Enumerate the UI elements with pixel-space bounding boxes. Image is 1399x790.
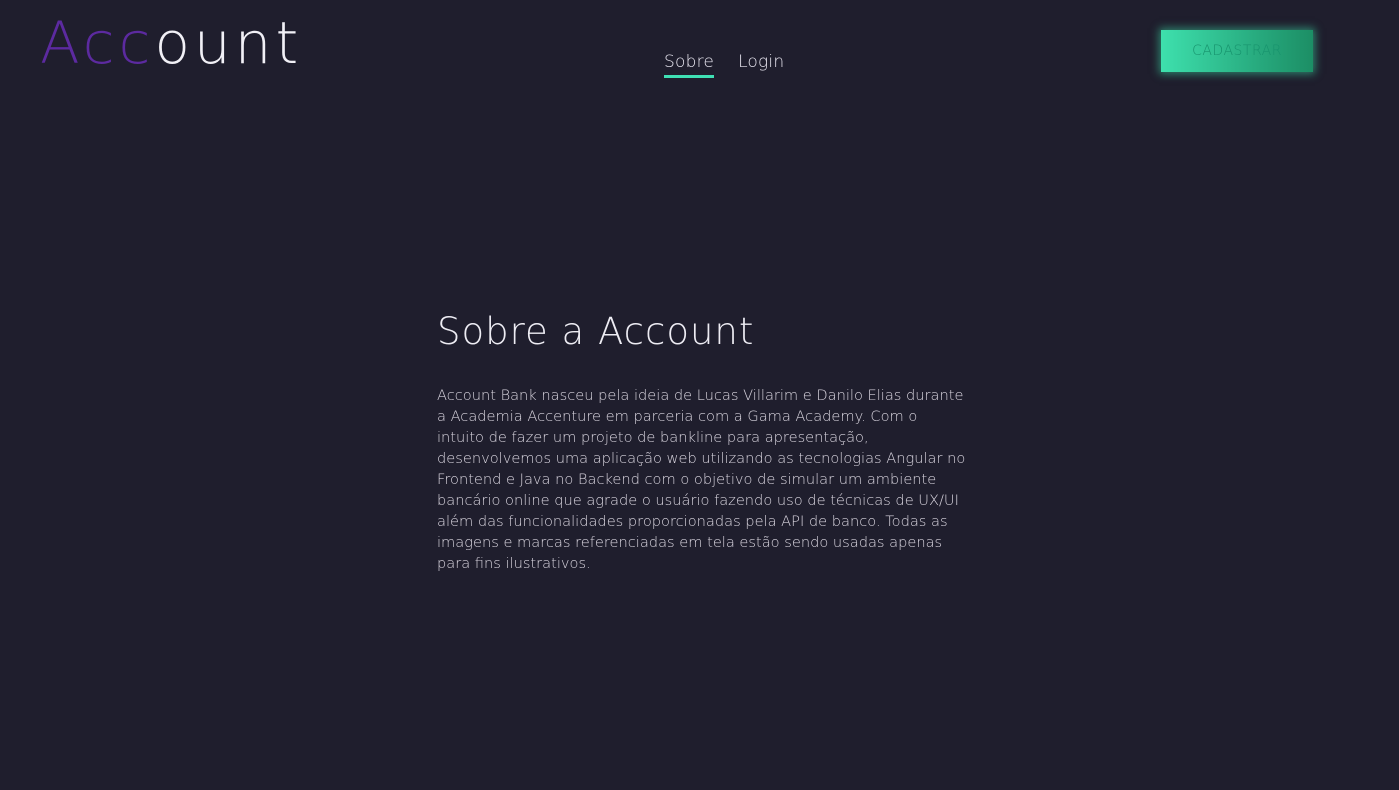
about-description: Account Bank nasceu pela ideia de Lucas …	[437, 387, 966, 572]
account-logo[interactable]: Account	[40, 14, 302, 72]
nav-item-sobre[interactable]: Sobre	[664, 52, 715, 78]
main-nav: Sobre Login	[664, 52, 784, 78]
about-section: Sobre a Account Account Bank nasceu pela…	[437, 310, 967, 574]
signup-button[interactable]: CADASTRAR	[1161, 30, 1313, 72]
top-header: Account Sobre Login CADASTRAR	[0, 0, 1399, 100]
nav-item-login[interactable]: Login	[738, 52, 784, 78]
logo-accent-text: Acc	[40, 9, 155, 77]
logo-rest-text: ount	[154, 9, 303, 77]
about-title: Sobre a Account	[437, 310, 755, 353]
